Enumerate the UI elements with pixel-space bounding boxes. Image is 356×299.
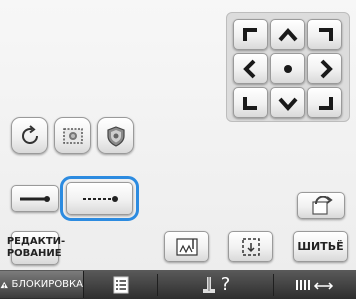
sew-label: ШИТЬЁ <box>297 240 344 253</box>
edit-button[interactable]: РЕДАКТИ- РОВАНИЕ <box>7 231 65 265</box>
move-center-button[interactable] <box>270 53 305 84</box>
corner-bottom-left-icon <box>242 96 257 110</box>
frame-trace-icon <box>312 195 333 215</box>
corner-top-left-icon <box>242 27 257 41</box>
thread-arrow-icon <box>296 279 334 290</box>
frame-pattern-button[interactable] <box>54 117 91 154</box>
edit-label: РЕДАКТИ- РОВАНИЕ <box>6 236 66 259</box>
sewing-machine-icon <box>202 276 215 293</box>
frame-pattern-icon <box>62 127 83 144</box>
bottom-bar: БЛОКИРОВКА ? <box>0 270 356 299</box>
sew-button[interactable]: ШИТЬЁ <box>293 231 348 262</box>
rotate-button[interactable] <box>11 117 48 154</box>
stitch-line-thick-icon <box>20 195 50 202</box>
corner-top-right-icon <box>318 27 333 41</box>
tab-thread-direction[interactable] <box>274 271 356 298</box>
settings-list-icon <box>113 276 129 293</box>
tab-lock[interactable]: БЛОКИРОВКА <box>0 271 84 298</box>
presser-foot-icon <box>175 237 198 256</box>
move-right-button[interactable] <box>307 53 342 84</box>
help-glyph: ? <box>220 274 231 295</box>
rotate-icon <box>21 124 38 144</box>
embroidery-edit-screen: РЕДАКТИ- РОВАНИЕ ШИТЬЁ БЛОКИРОВКА ? <box>0 0 356 299</box>
frame-trial-button[interactable] <box>228 231 273 262</box>
stitch-line-dotted-icon <box>82 195 118 202</box>
shield-pattern-icon <box>106 125 125 147</box>
presser-foot-button[interactable] <box>164 231 209 262</box>
arrow-right-icon <box>320 59 333 78</box>
move-bottom-left-button[interactable] <box>233 87 268 118</box>
stitch-line-dotted-button[interactable] <box>60 176 139 221</box>
corner-bottom-right-icon <box>318 96 333 110</box>
move-pad <box>226 12 350 122</box>
move-down-button[interactable] <box>270 87 305 118</box>
arrow-down-icon <box>278 97 297 111</box>
move-top-left-button[interactable] <box>233 19 268 50</box>
arrow-left-icon <box>242 59 255 78</box>
move-top-right-button[interactable] <box>307 19 342 50</box>
shield-pattern-button[interactable] <box>97 117 134 154</box>
center-dot-icon <box>283 64 292 73</box>
move-left-button[interactable] <box>233 53 268 84</box>
move-bottom-right-button[interactable] <box>307 87 342 118</box>
tab-help[interactable]: ? <box>158 271 272 298</box>
lock-label: БЛОКИРОВКА <box>11 279 83 290</box>
tab-settings[interactable] <box>86 271 156 298</box>
trace-button[interactable] <box>297 192 345 219</box>
move-up-button[interactable] <box>270 19 305 50</box>
trial-frame-icon <box>241 237 260 256</box>
stitch-line-thick-button[interactable] <box>11 185 59 212</box>
warning-icon <box>0 281 8 288</box>
arrow-up-icon <box>278 27 297 41</box>
